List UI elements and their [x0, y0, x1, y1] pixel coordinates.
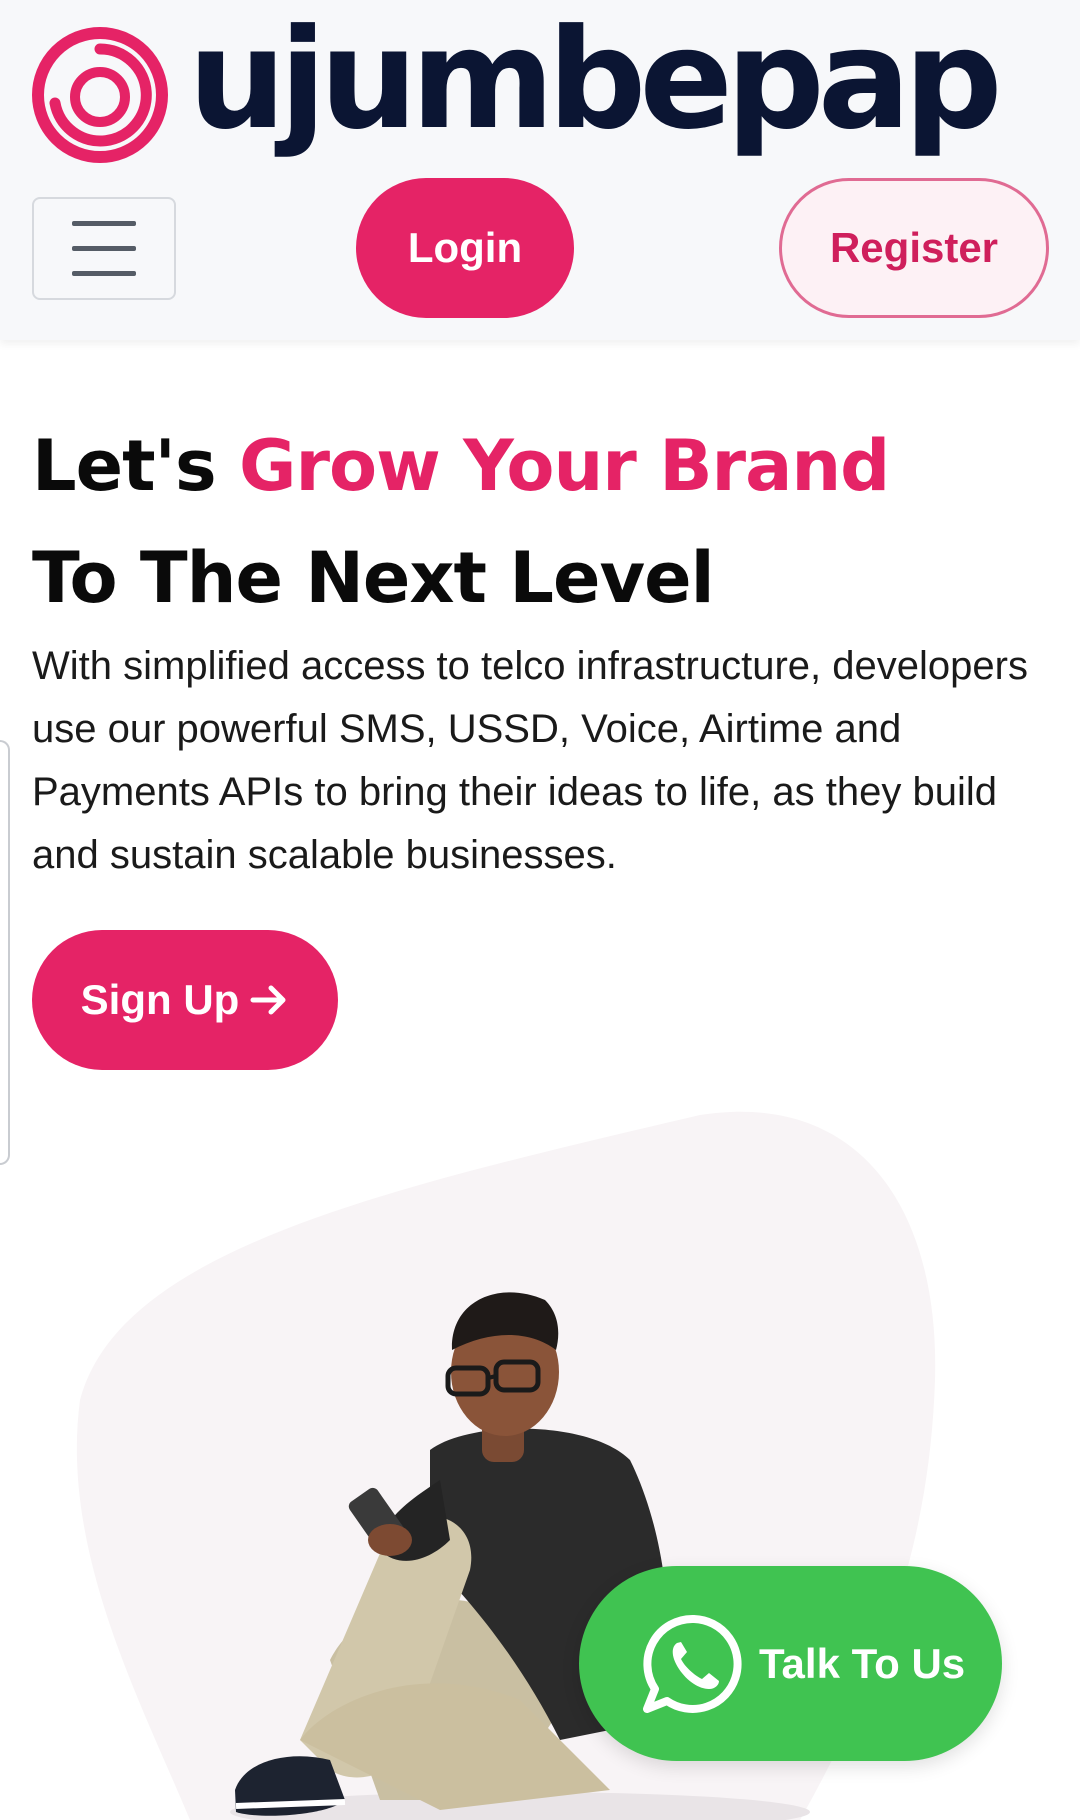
arrow-right-icon	[250, 985, 286, 1015]
site-header: ujumbepap Login Register	[0, 0, 1080, 340]
hero-title-accent: Grow Your Brand	[239, 425, 890, 507]
hero-title-line2: To The Next Level	[32, 537, 715, 619]
hero-title: Let's Grow Your Brand To The Next Level	[32, 410, 890, 634]
brand-name: ujumbepap	[188, 0, 1003, 160]
spiral-logo-icon	[32, 27, 168, 163]
register-button[interactable]: Register	[779, 178, 1049, 318]
hamburger-menu-icon[interactable]	[32, 197, 176, 300]
talk-to-us-label: Talk To Us	[759, 1639, 966, 1687]
sign-up-button[interactable]: Sign Up	[32, 930, 338, 1070]
brand-logo[interactable]: ujumbepap	[30, 11, 1003, 165]
talk-to-us-button[interactable]: Talk To Us	[579, 1566, 1002, 1761]
hero-description: With simplified access to telco infrastr…	[32, 644, 1028, 877]
sign-up-label: Sign Up	[80, 976, 240, 1023]
hero-title-part1: Let's	[32, 425, 240, 507]
whatsapp-icon	[643, 1614, 742, 1713]
login-button[interactable]: Login	[356, 178, 574, 318]
